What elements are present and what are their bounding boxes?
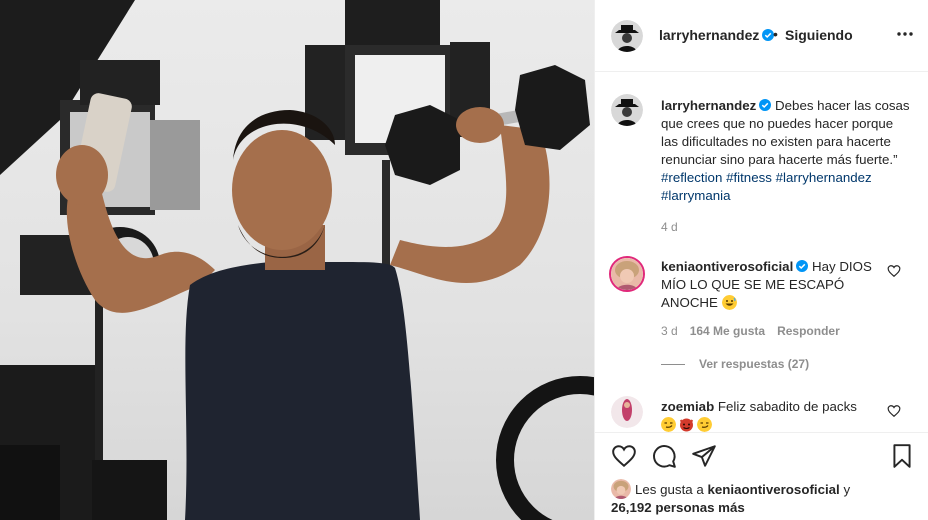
hashtag-larryhernandez[interactable]: #larryhernandez <box>776 170 872 185</box>
comments-list[interactable]: larryhernandez Debes hacer las cosas que… <box>595 72 928 432</box>
comment-meta: 3 d 164 Me gusta Responder <box>661 324 852 338</box>
separator-dot: • <box>773 26 778 42</box>
commenter-avatar[interactable] <box>611 396 643 428</box>
smirk-emoji <box>661 417 676 432</box>
view-replies-button[interactable]: Ver respuestas (27) <box>661 357 809 371</box>
likes-connector: y <box>843 482 851 497</box>
caption-timestamp[interactable]: 4 d <box>661 220 678 234</box>
like-comment-icon[interactable] <box>887 404 901 418</box>
post-header: larryhernandez • Siguiendo <box>595 0 928 72</box>
reply-button[interactable]: Responder <box>777 324 840 338</box>
view-replies-label[interactable]: Ver respuestas (27) <box>699 357 809 371</box>
hashtag-reflection[interactable]: #reflection <box>661 170 722 185</box>
liker-avatar[interactable] <box>611 479 631 499</box>
following-button[interactable]: Siguiendo <box>785 27 853 43</box>
comment-body: zoemiab Feliz sabadito de packs <box>661 398 881 432</box>
post-photo[interactable] <box>0 0 594 520</box>
comment-text: Feliz sabadito de packs <box>717 399 857 414</box>
photo-illustration <box>0 0 594 520</box>
verified-badge-icon <box>759 99 772 111</box>
comment-timestamp[interactable]: 3 d <box>661 324 678 338</box>
post-caption: larryhernandez Debes hacer las cosas que… <box>661 97 913 205</box>
post-actions: Les gusta a keniaontiverosoficial y 26,1… <box>595 432 928 520</box>
likes-summary: Les gusta a keniaontiverosoficial y 26,1… <box>611 479 850 517</box>
comment-username[interactable]: keniaontiverosoficial <box>661 259 793 274</box>
commenter-avatar[interactable] <box>609 256 645 292</box>
devil-emoji <box>679 418 694 432</box>
author-username-text[interactable]: larryhernandez <box>659 27 759 43</box>
hashtag-fitness[interactable]: #fitness <box>726 170 772 185</box>
hashtag-larrymania[interactable]: #larrymania <box>661 188 730 203</box>
post-sidebar: larryhernandez • Siguiendo larryhernande… <box>594 0 928 520</box>
caption-author-avatar[interactable] <box>611 94 643 126</box>
like-icon[interactable] <box>611 443 637 469</box>
author-username[interactable]: larryhernandez <box>659 27 775 43</box>
comment-likes[interactable]: 164 Me gusta <box>690 324 765 338</box>
like-comment-icon[interactable] <box>887 264 901 278</box>
grinning-sweat-emoji <box>721 295 737 310</box>
comment-body: keniaontiverosoficial Hay DIOS MÍO LO QU… <box>661 258 881 312</box>
comment-username[interactable]: zoemiab <box>661 399 714 414</box>
verified-badge-icon <box>796 260 809 272</box>
comment-icon[interactable] <box>651 443 677 469</box>
likes-count[interactable]: 26,192 personas más <box>611 500 745 515</box>
share-icon[interactable] <box>691 443 717 469</box>
more-options-icon[interactable] <box>895 24 915 44</box>
liker-username[interactable]: keniaontiverosoficial <box>707 482 839 497</box>
smirk-emoji <box>697 417 712 432</box>
caption-username[interactable]: larryhernandez <box>661 98 756 113</box>
author-avatar[interactable] <box>611 20 643 52</box>
likes-prefix: Les gusta a <box>635 482 704 497</box>
save-icon[interactable] <box>889 443 915 469</box>
replies-divider <box>661 364 685 366</box>
